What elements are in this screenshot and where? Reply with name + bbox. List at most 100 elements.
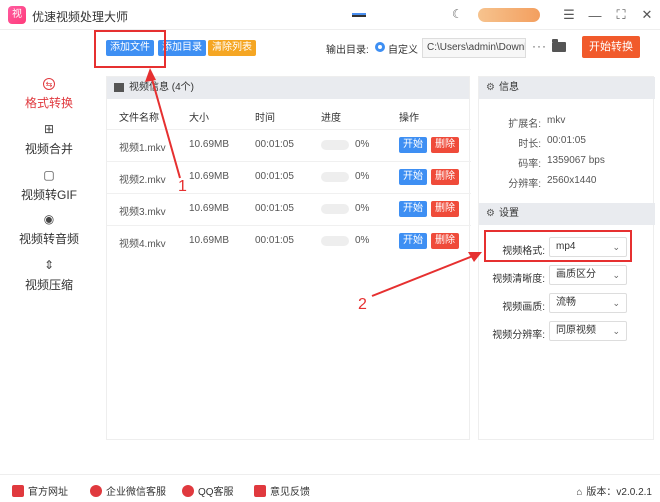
title-bar: 视 优速视频处理大师 ☾ ☰ — ⛶ ✕ — [0, 0, 660, 30]
delete-button[interactable]: 删除 — [431, 233, 459, 249]
start-button[interactable]: 开始 — [399, 201, 427, 217]
annotation-highlight-add-file — [94, 30, 166, 68]
close-icon[interactable]: ✕ — [634, 7, 660, 23]
version-label: ⌂ 版本：v2.0.2.1 — [576, 483, 652, 498]
quality-select[interactable]: 流畅 ⌄ — [549, 293, 627, 313]
website-icon — [12, 485, 24, 497]
output-path-input[interactable]: C:\Users\admin\Downlc — [422, 38, 526, 58]
resolution-select[interactable]: 同原视频 ⌄ — [549, 321, 627, 341]
wechat-support-link[interactable]: 企业微信客服 — [90, 483, 166, 498]
feedback-link[interactable]: 意见反馈 — [254, 483, 310, 498]
audio-icon: ◉ — [43, 212, 55, 226]
compress-icon: ⇕ — [43, 258, 55, 272]
progress-text: 0% — [355, 139, 370, 150]
select-value: 同原视频 — [556, 325, 596, 336]
feedback-label: 意见反馈 — [270, 487, 310, 498]
clear-list-button[interactable]: 清除列表 — [208, 40, 256, 56]
delete-button[interactable]: 删除 — [431, 169, 459, 185]
more-options-button[interactable]: ··· — [532, 39, 547, 53]
sidebar: ⇆ 格式转换 ⊞ 视频合并 ▢ 视频转GIF ◉ 视频转音频 ⇕ 视频压缩 — [0, 66, 98, 466]
menu-icon[interactable]: ☰ — [556, 7, 582, 23]
footer-bar: 官方网址 企业微信客服 QQ客服 意见反馈 ⌂ 版本：v2.0.2.1 — [0, 474, 660, 502]
vip-badge[interactable] — [478, 8, 540, 22]
sidebar-item-label: 视频合并 — [24, 142, 73, 156]
format-convert-icon: ⇆ — [43, 78, 55, 90]
start-button[interactable]: 开始 — [399, 169, 427, 185]
sidebar-item-format-convert[interactable]: ⇆ 格式转换 — [0, 78, 98, 111]
info-title: 信息 — [499, 82, 519, 93]
info-value: 2560x1440 — [547, 175, 597, 186]
col-actions: 操作 — [399, 113, 419, 124]
progress-bar — [321, 172, 349, 182]
start-convert-button[interactable]: 开始转换 — [582, 36, 640, 58]
file-list-panel: 视频信息 (4个) 文件名称 大小 时间 进度 操作 视频1.mkv 10.69… — [106, 76, 471, 440]
chevron-down-icon: ⌄ — [612, 270, 620, 280]
col-progress: 进度 — [321, 113, 341, 124]
file-list-title: 视频信息 (4个) — [129, 82, 194, 93]
progress-text: 0% — [355, 203, 370, 214]
home-icon[interactable]: ⌂ — [576, 487, 582, 498]
sidebar-item-merge[interactable]: ⊞ 视频合并 — [0, 122, 98, 157]
file-time: 00:01:05 — [255, 203, 294, 214]
file-size: 10.69MB — [189, 171, 230, 182]
annotation-highlight-format — [484, 230, 632, 262]
sidebar-item-label: 格式转换 — [24, 96, 73, 110]
qq-support-link[interactable]: QQ客服 — [182, 483, 234, 498]
maximize-icon[interactable]: ⛶ — [608, 7, 634, 23]
info-key: 码率: — [518, 159, 541, 170]
minimize-icon[interactable]: — — [582, 8, 608, 23]
table-row[interactable]: 视频4.mkv 10.69MB 00:01:05 0% 开始 删除 — [107, 225, 471, 255]
gif-icon: ▢ — [43, 168, 55, 182]
info-key: 扩展名: — [508, 119, 541, 130]
col-size: 大小 — [189, 113, 209, 124]
col-filename: 文件名称 — [119, 113, 159, 124]
toolbar: 添加文件 添加目录 清除列表 输出目录: 自定义 C:\Users\admin\… — [96, 32, 660, 66]
sidebar-item-label: 视频转音频 — [18, 232, 79, 246]
sidebar-item-audio[interactable]: ◉ 视频转音频 — [0, 212, 98, 247]
sidebar-item-label: 视频转GIF — [21, 188, 77, 202]
progress-text: 0% — [355, 235, 370, 246]
feedback-icon — [254, 485, 266, 497]
skin-icon[interactable] — [352, 13, 366, 17]
sidebar-item-label: 视频压缩 — [24, 278, 73, 292]
gear-icon: ⚙ — [486, 208, 495, 219]
sidebar-item-gif[interactable]: ▢ 视频转GIF — [0, 168, 98, 203]
start-button[interactable]: 开始 — [399, 233, 427, 249]
output-dir-label: 输出目录: — [326, 45, 369, 56]
info-value: 00:01:05 — [547, 135, 586, 146]
folder-icon[interactable] — [552, 39, 566, 52]
image-icon — [114, 83, 124, 92]
delete-button[interactable]: 删除 — [431, 201, 459, 217]
sidebar-item-compress[interactable]: ⇕ 视频压缩 — [0, 258, 98, 293]
setting-quality: 视频画质: 流畅 ⌄ — [479, 293, 655, 315]
table-row[interactable]: 视频1.mkv 10.69MB 00:01:05 0% 开始 删除 — [107, 129, 471, 159]
chevron-down-icon: ⌄ — [612, 298, 620, 308]
select-value: 画质区分 — [556, 269, 596, 280]
table-row[interactable]: 视频3.mkv 10.69MB 00:01:05 0% 开始 删除 — [107, 193, 471, 223]
file-name: 视频3.mkv — [119, 207, 166, 218]
table-row[interactable]: 视频2.mkv 10.69MB 00:01:05 0% 开始 删除 — [107, 161, 471, 191]
info-value: 1359067 bps — [547, 155, 605, 166]
file-list-header: 视频信息 (4个) — [107, 77, 469, 99]
col-time: 时间 — [255, 113, 275, 124]
website-label: 官方网址 — [28, 487, 68, 498]
qq-icon — [182, 485, 194, 497]
website-link[interactable]: 官方网址 — [12, 483, 68, 498]
moon-icon[interactable]: ☾ — [452, 7, 463, 21]
merge-icon: ⊞ — [43, 122, 55, 136]
start-button[interactable]: 开始 — [399, 137, 427, 153]
chevron-down-icon: ⌄ — [612, 326, 620, 336]
file-size: 10.69MB — [189, 235, 230, 246]
file-name: 视频4.mkv — [119, 239, 166, 250]
settings-title: 设置 — [499, 208, 519, 219]
app-title: 优速视频处理大师 — [32, 10, 129, 24]
file-name: 视频1.mkv — [119, 143, 166, 154]
custom-radio[interactable] — [375, 42, 385, 52]
annotation-number-2: 2 — [358, 296, 367, 313]
settings-header: ⚙ 设置 — [479, 203, 655, 225]
clarity-select[interactable]: 画质区分 ⌄ — [549, 265, 627, 285]
delete-button[interactable]: 删除 — [431, 137, 459, 153]
file-size: 10.69MB — [189, 139, 230, 150]
version-text: 版本：v2.0.2.1 — [586, 487, 652, 498]
wechat-icon — [90, 485, 102, 497]
